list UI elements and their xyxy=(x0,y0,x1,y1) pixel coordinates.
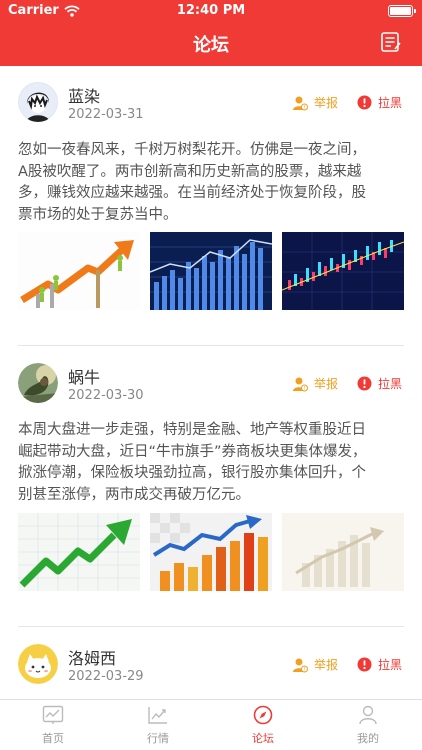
compass-icon xyxy=(253,705,273,725)
tab-label: 首页 xyxy=(42,732,64,745)
block-button[interactable]: 拉黑 xyxy=(357,656,402,673)
tab-label: 我的 xyxy=(357,732,379,745)
report-user-icon: ! xyxy=(293,658,308,673)
trend-icon xyxy=(148,707,167,724)
tab-profile[interactable]: 我的 xyxy=(338,705,398,746)
post-card: 洛姆西 2022-03-29 ! 举报 拉黑 xyxy=(0,0,422,699)
block-label: 拉黑 xyxy=(378,658,403,672)
user-icon xyxy=(359,705,377,725)
tab-market[interactable]: 行情 xyxy=(128,705,188,746)
tab-label: 行情 xyxy=(147,732,169,745)
avatar[interactable] xyxy=(18,644,58,684)
chart-board-icon xyxy=(42,705,64,724)
tab-bar: 首页 行情 论坛 我的 xyxy=(0,699,422,750)
svg-text:!: ! xyxy=(303,667,305,673)
tab-label: 论坛 xyxy=(252,732,274,745)
post-date: 2022-03-29 xyxy=(68,669,144,684)
report-label: 举报 xyxy=(314,658,339,672)
tab-home[interactable]: 首页 xyxy=(23,705,83,746)
report-button[interactable]: ! 举报 xyxy=(292,656,338,673)
warning-icon xyxy=(357,657,372,672)
post-author[interactable]: 洛姆西 xyxy=(68,645,116,669)
tab-forum[interactable]: 论坛 xyxy=(233,705,293,746)
